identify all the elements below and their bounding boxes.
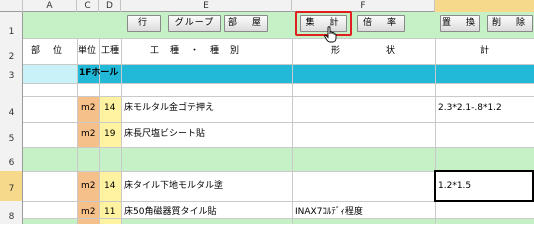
row-header-8[interactable]: 8: [0, 212, 23, 222]
grid-h5: [23, 122, 534, 123]
grid-h2: [23, 64, 534, 65]
calc-cell-r7[interactable]: 1.2*1.5: [438, 182, 471, 191]
grid-h3: [23, 83, 534, 84]
grid-h9: [23, 218, 534, 219]
header-bui: 部 位: [31, 46, 65, 56]
row-header-3[interactable]: 3: [0, 71, 23, 81]
row-header-5[interactable]: 5: [0, 134, 23, 144]
column-header-d[interactable]: D: [99, 0, 121, 12]
section-band: [77, 64, 534, 83]
header-tani: 単位: [78, 46, 97, 56]
calc-cell-r4[interactable]: 2.3*2.1-.8*1.2: [438, 104, 502, 113]
replace-button[interactable]: 置 換: [440, 15, 480, 32]
grid-h4: [23, 96, 534, 97]
delete-button[interactable]: 削 除: [487, 15, 533, 32]
name-cell-r4[interactable]: 床モルタル金ゴテ押え: [124, 104, 214, 113]
section-title: 1Fホール: [79, 68, 119, 78]
column-header-bar: A C D E F: [0, 0, 534, 12]
grid-v4: [292, 38, 293, 224]
unit-cell-r7[interactable]: m2: [81, 182, 96, 191]
unit-cell-r4[interactable]: m2: [81, 104, 96, 113]
row3-left-fill: [23, 64, 77, 83]
code-cell-r7[interactable]: 14: [104, 182, 115, 191]
code-cell-r4[interactable]: 14: [104, 104, 115, 113]
header-keijo: 形 状: [331, 46, 398, 56]
name-cell-r5[interactable]: 床長尺塩ビシート貼: [124, 130, 205, 139]
column-header-g[interactable]: [435, 0, 534, 12]
row-header-7[interactable]: 7: [0, 184, 23, 194]
select-all-corner[interactable]: [0, 0, 23, 12]
hand-cursor-icon: [324, 26, 337, 43]
row-header-6[interactable]: 6: [0, 158, 23, 168]
column-header-a[interactable]: A: [23, 0, 77, 12]
name-cell-r8[interactable]: 床50角磁器質タイル貼: [124, 208, 216, 217]
grid-h6: [23, 147, 534, 148]
unit-cell-r8[interactable]: m2: [81, 208, 96, 217]
grid-v3: [121, 38, 122, 224]
row-header-1[interactable]: 1: [0, 27, 23, 37]
group-button[interactable]: グループ: [168, 15, 221, 32]
header-koshu-shubetsu: 工 種 ・ 種 別: [150, 46, 241, 56]
room-button[interactable]: 部 屋: [224, 15, 268, 32]
grid-v1: [77, 38, 78, 224]
name-cell-r7[interactable]: 床タイル下地モルタル塗: [124, 182, 223, 191]
row-button[interactable]: 行: [127, 15, 161, 32]
code-cell-r5[interactable]: 19: [104, 130, 115, 139]
header-kei: 計: [480, 46, 490, 56]
grid-h1: [23, 38, 534, 39]
shape-cell-r8[interactable]: INAX7ｺﾙﾃﾞｨ程度: [295, 208, 363, 217]
grid-v2: [99, 38, 100, 224]
row-header-2[interactable]: 2: [0, 52, 23, 62]
unit-cell-r5[interactable]: m2: [81, 130, 96, 139]
column-header-e[interactable]: E: [121, 0, 292, 12]
header-koshu: 工種: [101, 46, 120, 56]
multiplier-button[interactable]: 倍 率: [357, 15, 405, 32]
code-cell-r8[interactable]: 11: [104, 208, 115, 217]
row-header-4[interactable]: 4: [0, 108, 23, 118]
column-header-c[interactable]: C: [77, 0, 99, 12]
